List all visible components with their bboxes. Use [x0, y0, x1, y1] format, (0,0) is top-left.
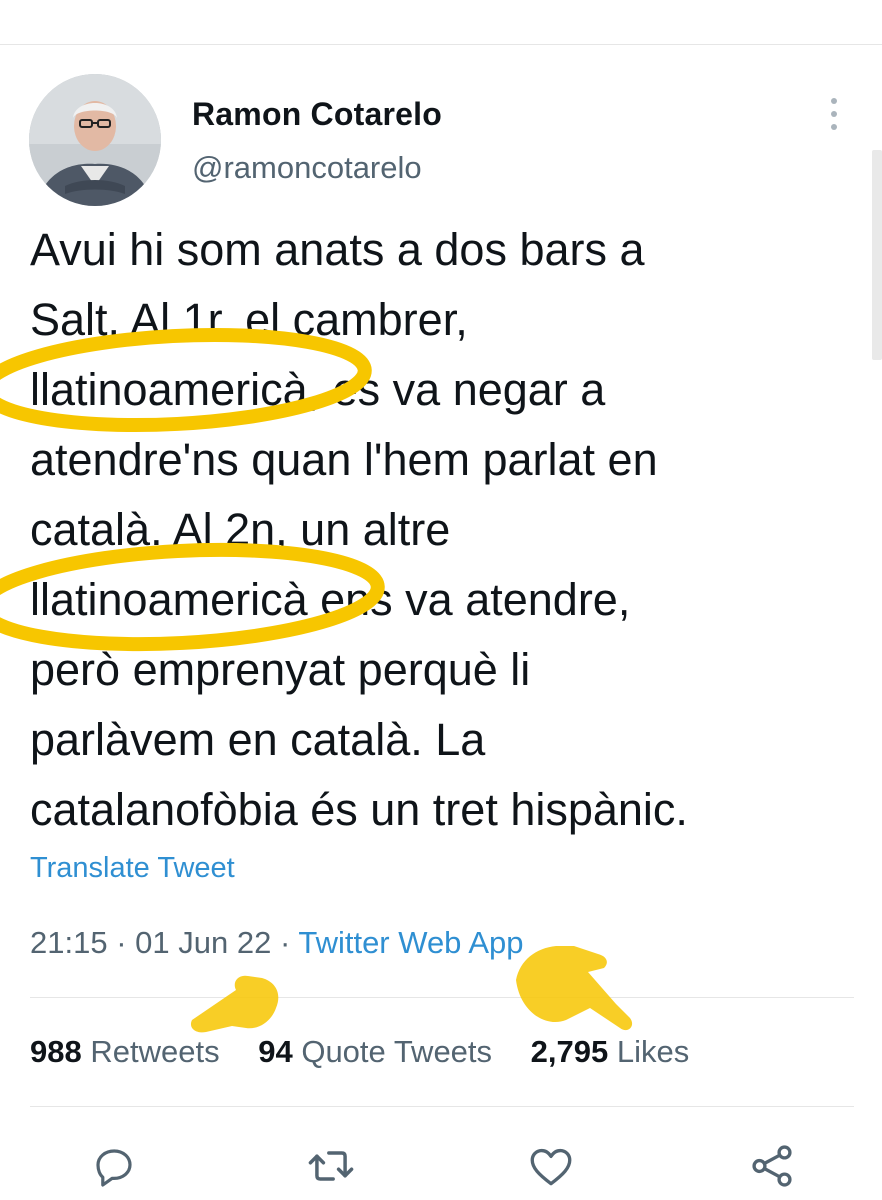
likes-label: Likes: [616, 1034, 690, 1069]
stats-bottom-divider: [30, 1106, 854, 1107]
heart-icon: [530, 1148, 572, 1186]
quote-tweets-label: Quote Tweets: [301, 1034, 493, 1069]
tweet-source-link[interactable]: Twitter Web App: [298, 925, 523, 960]
translate-tweet-link[interactable]: Translate Tweet: [30, 852, 235, 885]
quote-tweets-stat[interactable]: 94 Quote Tweets: [258, 1034, 492, 1070]
avatar-photo: [29, 74, 161, 206]
author-handle[interactable]: @ramoncotarelo: [192, 150, 422, 186]
like-button[interactable]: [525, 1140, 577, 1192]
pointing-hand-icon: [190, 975, 279, 1033]
share-button[interactable]: [746, 1140, 798, 1192]
meta-separator: ·: [116, 925, 127, 960]
tweet-meta: 21:15 · 01 Jun 22 · Twitter Web App: [30, 925, 524, 961]
reply-button[interactable]: [88, 1140, 140, 1192]
retweets-stat[interactable]: 988 Retweets: [30, 1034, 220, 1070]
likes-count: 2,795: [530, 1034, 609, 1069]
pointing-hand-icon: [516, 946, 633, 1031]
retweet-icon: [308, 1151, 354, 1181]
stats-top-divider: [30, 997, 854, 998]
more-dot: [831, 98, 837, 104]
reply-icon: [96, 1149, 132, 1187]
retweet-button[interactable]: [305, 1140, 357, 1192]
tweet-stats: 988 Retweets 94 Quote Tweets 2,795 Likes: [30, 1034, 689, 1070]
scrollbar[interactable]: [872, 150, 882, 360]
meta-separator: ·: [279, 925, 291, 960]
retweets-label: Retweets: [90, 1034, 220, 1069]
author-name[interactable]: Ramon Cotarelo: [192, 96, 442, 133]
tweet-text: Avui hi som anats a dos bars a Salt. Al …: [30, 224, 688, 835]
quote-tweets-count: 94: [258, 1034, 293, 1069]
share-icon: [752, 1145, 792, 1187]
more-dot: [831, 111, 837, 117]
tweet-date[interactable]: 01 Jun 22: [135, 925, 271, 960]
avatar[interactable]: [29, 74, 161, 206]
tweet-time[interactable]: 21:15: [30, 925, 108, 960]
more-dot: [831, 124, 837, 130]
more-options-icon[interactable]: [816, 92, 852, 136]
top-divider: [0, 44, 882, 45]
likes-stat[interactable]: 2,795 Likes: [531, 1034, 690, 1070]
tweet-actions: [0, 1140, 882, 1190]
retweets-count: 988: [30, 1034, 82, 1069]
